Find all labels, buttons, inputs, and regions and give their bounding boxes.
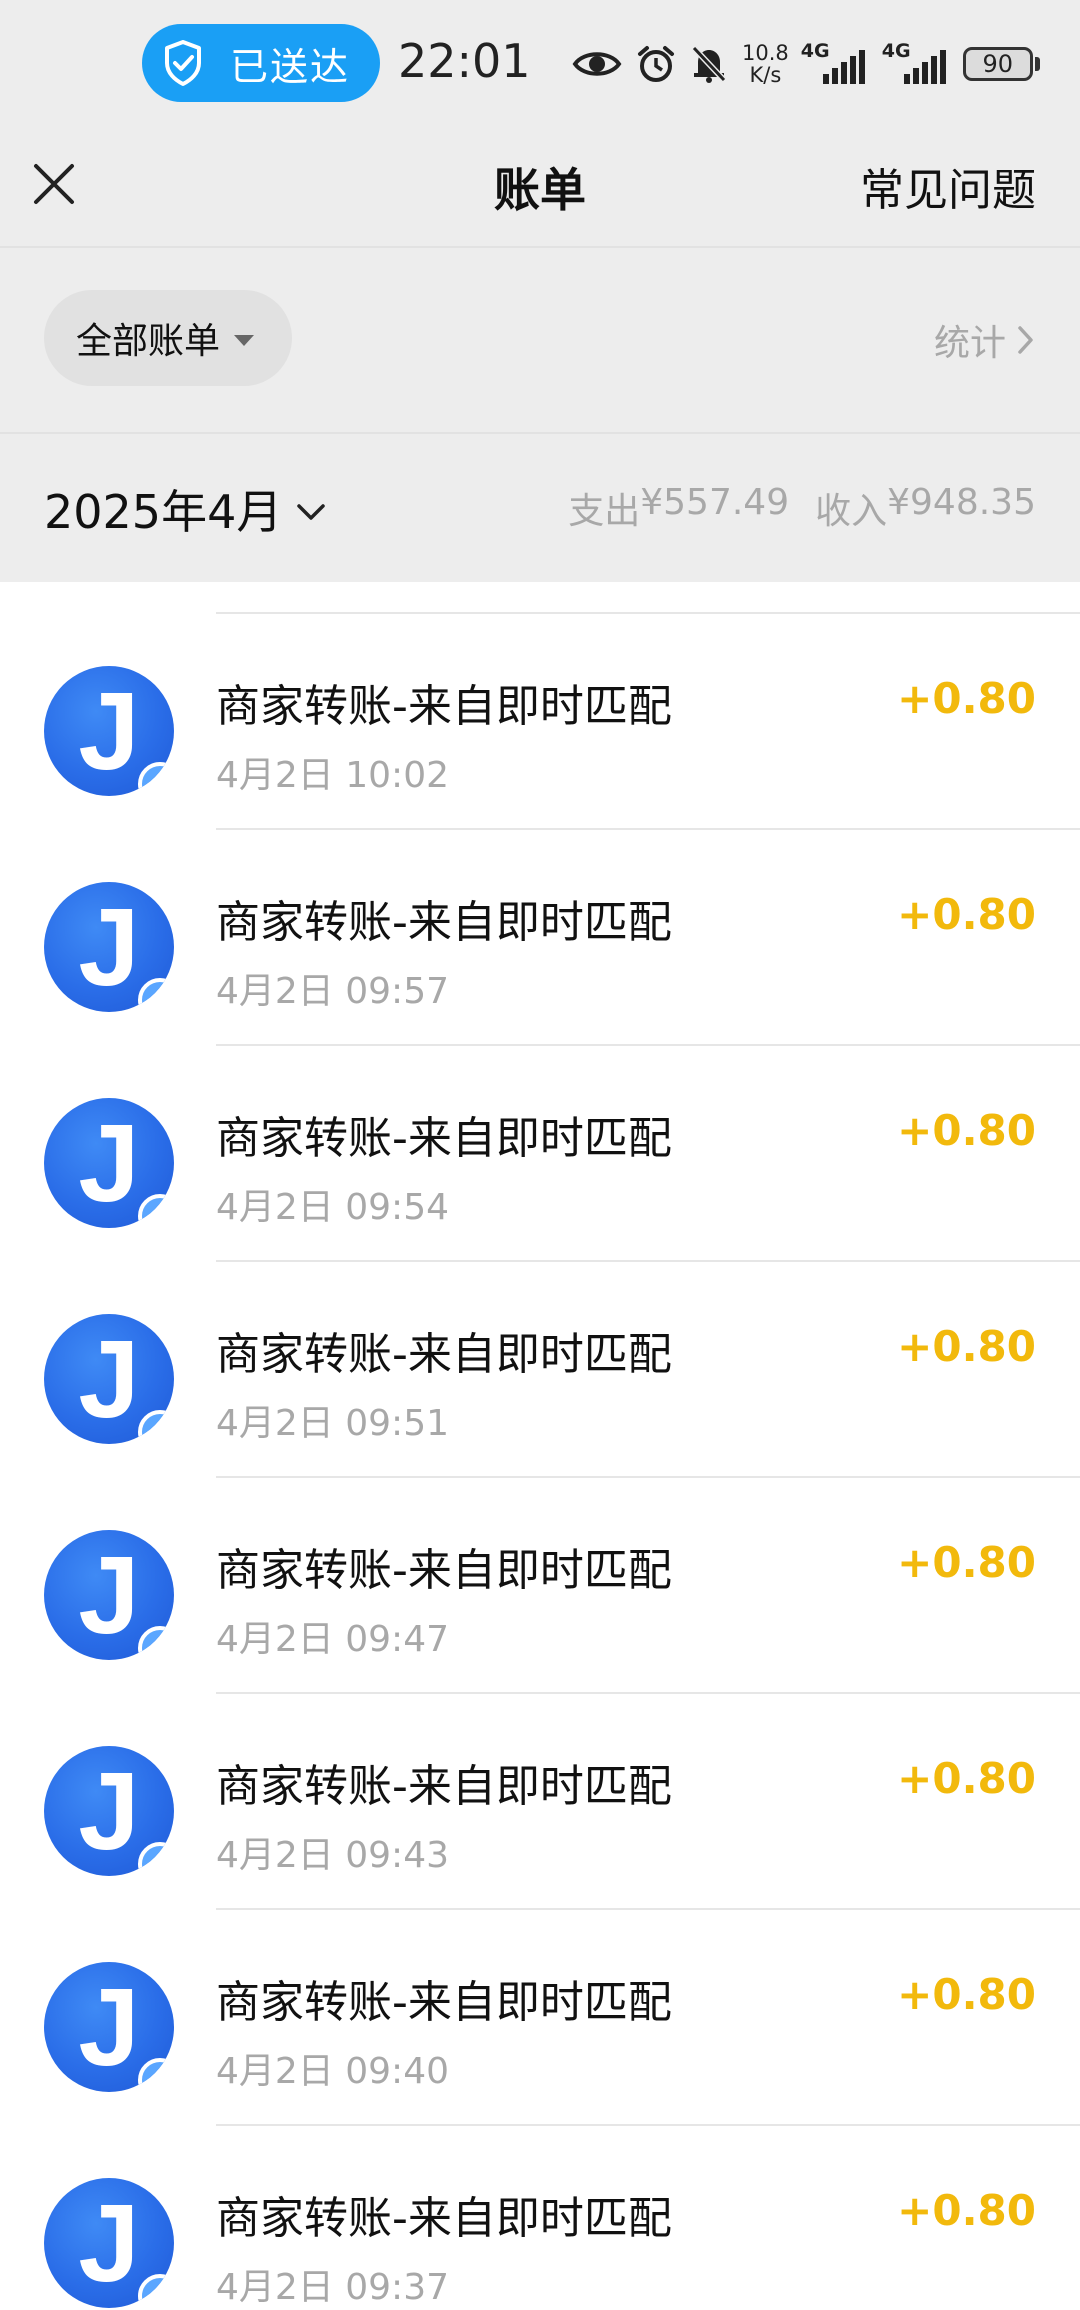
transaction-time: 4月2日 09:40 — [216, 2051, 449, 2092]
transaction-row[interactable]: J 商家转账-来自即时匹配 4月2日 09:47 +0.80 — [0, 1478, 1080, 1694]
status-time: 22:01 — [398, 34, 531, 88]
transaction-amount: +0.80 — [897, 890, 1036, 939]
battery-level: 90 — [982, 50, 1014, 78]
system-icons: 10.8 K/s 4G 4G 90 — [572, 36, 1040, 92]
transaction-row[interactable]: J 商家转账-来自即时匹配 4月2日 09:37 +0.80 — [0, 2126, 1080, 2310]
eye-icon — [572, 52, 622, 76]
check-shield-icon — [165, 40, 201, 86]
net-speed-value: 10.8 — [742, 41, 789, 65]
transaction-name: 商家转账-来自即时匹配 — [216, 897, 672, 948]
stats-label: 统计 — [933, 323, 1006, 364]
transaction-name: 商家转账-来自即时匹配 — [216, 1977, 672, 2028]
transaction-time: 4月2日 09:51 — [216, 1403, 449, 1444]
transaction-row[interactable]: J 商家转账-来自即时匹配 4月2日 09:51 +0.80 — [0, 1262, 1080, 1478]
transaction-list[interactable]: J 商家转账-来自即时匹配 4月2日 10:02 +0.80 J 商家转账-来自… — [0, 582, 1080, 2310]
transaction-time: 4月2日 09:47 — [216, 1619, 449, 1660]
header: 账单 常见问题 — [0, 130, 1080, 246]
month-summary: 支出 ¥557.49 收入 ¥948.35 — [568, 482, 1036, 534]
transaction-amount: +0.80 — [897, 1754, 1036, 1803]
transaction-name: 商家转账-来自即时匹配 — [216, 1545, 672, 1596]
transaction-amount: +0.80 — [897, 1322, 1036, 1371]
status-bar: 已送达 22:01 10.8 K/s 4G 4G 90 — [0, 0, 1080, 130]
network-type: 4G — [881, 40, 911, 62]
income-label: 收入 — [815, 491, 888, 532]
network-type: 4G — [800, 40, 830, 62]
transaction-row[interactable]: J 商家转账-来自即时匹配 4月2日 09:54 +0.80 — [0, 1046, 1080, 1262]
bell-off-icon — [691, 45, 727, 83]
merchant-avatar: J — [44, 2178, 174, 2308]
month-selector[interactable]: 2025年4月 — [44, 476, 326, 542]
filter-row: 全部账单 统计 — [0, 248, 1080, 432]
merchant-avatar: J — [44, 1746, 174, 1876]
delivered-label: 已送达 — [230, 44, 351, 89]
chevron-right-icon — [1018, 326, 1033, 354]
transaction-name: 商家转账-来自即时匹配 — [216, 681, 672, 732]
transaction-name: 商家转账-来自即时匹配 — [216, 1113, 672, 1164]
income-value: ¥948.35 — [887, 482, 1036, 523]
transaction-row[interactable]: J 商家转账-来自即时匹配 4月2日 09:57 +0.80 — [0, 830, 1080, 1046]
net-speed-unit: K/s — [749, 63, 782, 87]
expense-label: 支出 — [568, 491, 641, 532]
stats-link[interactable]: 统计 — [934, 314, 1036, 366]
merchant-avatar: J — [44, 1314, 174, 1444]
delivered-pill[interactable]: 已送达 — [142, 24, 380, 102]
transaction-time: 4月2日 10:02 — [216, 755, 449, 796]
transaction-amount: +0.80 — [897, 1970, 1036, 2019]
transaction-time: 4月2日 09:37 — [216, 2267, 449, 2308]
month-row: 2025年4月 支出 ¥557.49 收入 ¥948.35 — [0, 434, 1080, 582]
month-label: 2025年4月 — [44, 485, 283, 539]
merchant-avatar: J — [44, 1098, 174, 1228]
transaction-time: 4月2日 09:43 — [216, 1835, 449, 1876]
battery-cap — [1034, 57, 1040, 71]
network-speed: 10.8 K/s — [742, 42, 789, 86]
transaction-row[interactable]: J 商家转账-来自即时匹配 4月2日 09:40 +0.80 — [0, 1910, 1080, 2126]
transaction-amount: +0.80 — [897, 2186, 1036, 2235]
transaction-amount: +0.80 — [897, 1538, 1036, 1587]
chevron-down-icon — [297, 504, 326, 520]
transaction-row[interactable]: J 商家转账-来自即时匹配 4月2日 09:43 +0.80 — [0, 1694, 1080, 1910]
transaction-name: 商家转账-来自即时匹配 — [216, 2193, 672, 2244]
merchant-avatar: J — [44, 882, 174, 1012]
transaction-amount: +0.80 — [897, 1106, 1036, 1155]
expense-value: ¥557.49 — [640, 482, 790, 523]
transaction-amount: +0.80 — [897, 674, 1036, 723]
transaction-time: 4月2日 09:54 — [216, 1187, 449, 1228]
transaction-row[interactable]: J 商家转账-来自即时匹配 4月2日 10:02 +0.80 — [0, 614, 1080, 830]
all-bills-filter-button[interactable]: 全部账单 — [44, 290, 292, 386]
battery-icon: 90 — [962, 47, 1033, 81]
caret-down-icon — [234, 334, 255, 346]
transaction-name: 商家转账-来自即时匹配 — [216, 1761, 672, 1812]
signal-icon: 4G — [882, 40, 949, 84]
merchant-avatar: J — [44, 1962, 174, 2092]
transaction-time: 4月2日 09:57 — [216, 971, 449, 1012]
transaction-name: 商家转账-来自即时匹配 — [216, 1329, 672, 1380]
faq-link[interactable]: 常见问题 — [860, 154, 1036, 218]
alarm-icon — [638, 46, 674, 82]
merchant-avatar: J — [44, 1530, 174, 1660]
signal-icon: 4G — [801, 40, 868, 84]
merchant-avatar: J — [44, 666, 174, 796]
all-bills-label: 全部账单 — [76, 321, 221, 362]
